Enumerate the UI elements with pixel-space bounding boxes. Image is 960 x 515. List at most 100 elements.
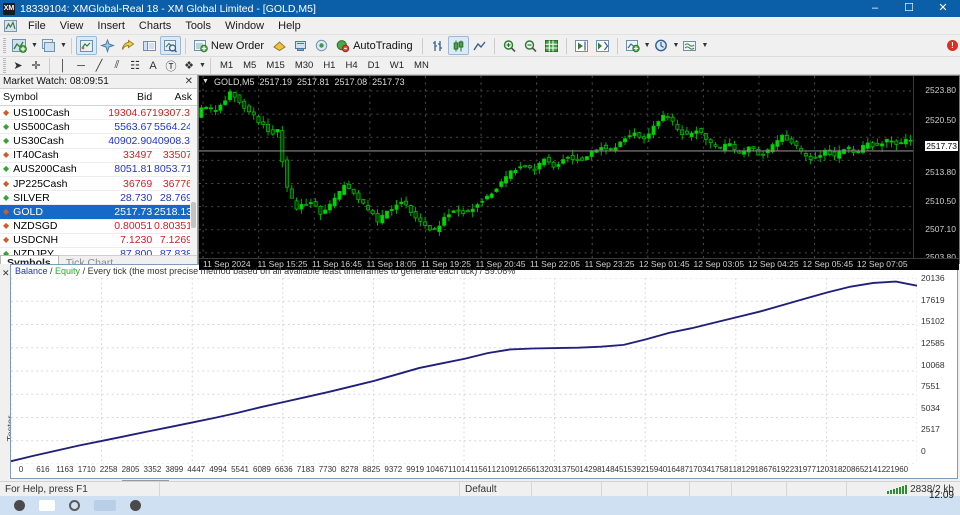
- indicators-button[interactable]: [622, 36, 643, 55]
- zoom-out-button[interactable]: [520, 36, 541, 55]
- x-tick-label: 6089: [252, 465, 271, 474]
- gold-chart-window[interactable]: ▼ GOLD,M5 2517.19 2517.81 2517.08 2517.7…: [198, 75, 960, 271]
- x-tick-label: 7183: [296, 465, 315, 474]
- menu-view[interactable]: View: [53, 18, 91, 34]
- new-chart-dropdown-icon[interactable]: ▼: [31, 42, 38, 49]
- alert-area[interactable]: !: [936, 36, 960, 55]
- taskbar-clock[interactable]: 12:09: [929, 490, 954, 501]
- column-header-bid[interactable]: Bid: [107, 91, 152, 103]
- equidistant-channel-tool-icon[interactable]: ⫽: [108, 58, 126, 73]
- timeframe-m5[interactable]: M5: [238, 58, 261, 73]
- table-row[interactable]: ◆ JP225Cash 36769 36776: [0, 177, 197, 192]
- navigator-button[interactable]: [97, 36, 118, 55]
- zoom-in-button[interactable]: [499, 36, 520, 55]
- timeframe-h4[interactable]: H4: [340, 58, 362, 73]
- menu-tools[interactable]: Tools: [178, 18, 218, 34]
- new-order-button[interactable]: New Order: [190, 36, 269, 55]
- chart-collapse-icon[interactable]: ▼: [202, 78, 209, 85]
- crosshair-tool-icon[interactable]: ✛: [27, 58, 45, 73]
- strategy-tester-panel: ✕ Tester Balance / Equity / Every tick (…: [0, 264, 960, 496]
- timeframe-h1[interactable]: H1: [318, 58, 340, 73]
- minimize-button[interactable]: –: [858, 0, 892, 17]
- chart-price-axis[interactable]: 2523.80 2520.50 2513.80 2510.50 2507.10 2503.…: [913, 76, 959, 270]
- tester-close-icon[interactable]: ✕: [2, 268, 10, 279]
- indicators-dropdown-icon[interactable]: ▼: [644, 42, 651, 49]
- maximize-button[interactable]: ☐: [892, 0, 926, 17]
- stop-expert-button[interactable]: [311, 36, 332, 55]
- menu-insert[interactable]: Insert: [90, 18, 132, 34]
- profiles-dropdown-icon[interactable]: ▼: [60, 42, 67, 49]
- menu-help[interactable]: Help: [271, 18, 308, 34]
- x-tick-label: 17581: [710, 465, 733, 474]
- column-header-ask[interactable]: Ask: [152, 91, 197, 103]
- taskbar-item-4[interactable]: [94, 500, 116, 511]
- data-window-button[interactable]: [139, 36, 160, 55]
- bar-chart-button[interactable]: [427, 36, 448, 55]
- timeframe-d1[interactable]: D1: [363, 58, 385, 73]
- trendline-tool-icon[interactable]: ╱: [90, 58, 108, 73]
- status-spacer-6: [732, 481, 787, 497]
- table-row[interactable]: ◆ GOLD 2517.73 2518.13: [0, 205, 197, 220]
- taskbar-item-3[interactable]: [69, 500, 80, 511]
- tester-graph[interactable]: Balance / Equity / Every tick (the most …: [10, 264, 958, 479]
- menu-window[interactable]: Window: [218, 18, 271, 34]
- expert-advisors-button[interactable]: [290, 36, 311, 55]
- x-tick-label: 8825: [362, 465, 381, 474]
- taskbar-item-5[interactable]: [130, 500, 141, 511]
- timeframe-m30[interactable]: M30: [290, 58, 318, 73]
- chart-shift-button[interactable]: [571, 36, 592, 55]
- graph-legend: Balance / Equity / Every tick (the most …: [15, 266, 515, 276]
- table-row[interactable]: ◆ US30Cash 40902.90 40908.30: [0, 134, 197, 149]
- templates-dropdown-icon[interactable]: ▼: [701, 42, 708, 49]
- table-row[interactable]: ◆ US500Cash 5563.67 5564.24: [0, 120, 197, 135]
- timeframe-m1[interactable]: M1: [215, 58, 238, 73]
- bid-cell: 5563.67: [114, 120, 153, 133]
- vertical-line-tool-icon[interactable]: │: [54, 58, 72, 73]
- profiles-button[interactable]: [38, 36, 59, 55]
- horizontal-line-tool-icon[interactable]: ─: [72, 58, 90, 73]
- timeframe-m15[interactable]: M15: [261, 58, 289, 73]
- fibonacci-tool-icon[interactable]: ☷: [126, 58, 144, 73]
- menu-file[interactable]: File: [21, 18, 53, 34]
- shapes-dropdown-icon[interactable]: ▼: [199, 62, 206, 69]
- periods-dropdown-icon[interactable]: ▼: [673, 42, 680, 49]
- table-row[interactable]: ◆ USDCNH 7.1230 7.1269: [0, 234, 197, 248]
- chart-plot-area[interactable]: [199, 76, 913, 258]
- table-row[interactable]: ◆ AUS200Cash 8051.81 8053.71: [0, 163, 197, 177]
- grid-toggle-button[interactable]: [541, 36, 562, 55]
- autotrading-button[interactable]: AutoTrading: [332, 36, 418, 55]
- candlestick-chart-button[interactable]: [447, 36, 469, 55]
- tools-toolbar-grip[interactable]: [3, 58, 6, 73]
- table-row[interactable]: ◆ US100Cash 19304.67 19307.37: [0, 106, 197, 121]
- table-row[interactable]: ◆ NZDSGD 0.80051 0.80351: [0, 220, 197, 234]
- taskbar-item-1[interactable]: [14, 500, 25, 511]
- alert-badge[interactable]: !: [947, 40, 958, 51]
- terminal-button[interactable]: [118, 36, 139, 55]
- text-label-tool-icon[interactable]: Ⓣ: [162, 58, 180, 73]
- menu-charts[interactable]: Charts: [132, 18, 178, 34]
- toolbar-grip[interactable]: [3, 38, 6, 53]
- market-watch-scrollbar[interactable]: [190, 106, 197, 255]
- cursor-tool-icon[interactable]: ➤: [9, 58, 27, 73]
- shapes-tool-icon[interactable]: ❖: [180, 58, 198, 73]
- strategy-tester-button[interactable]: [159, 36, 181, 55]
- market-watch-button[interactable]: [75, 36, 97, 55]
- metaeditor-button[interactable]: [269, 36, 290, 55]
- timeframe-mn[interactable]: MN: [409, 58, 434, 73]
- taskbar-item-2[interactable]: [39, 500, 55, 511]
- table-row[interactable]: ◆ SILVER 28.730 28.769: [0, 191, 197, 206]
- timeframe-w1[interactable]: W1: [385, 58, 409, 73]
- market-watch-close-icon[interactable]: ✕: [185, 76, 193, 87]
- column-header-symbol[interactable]: Symbol: [0, 91, 107, 103]
- scrollbar-thumb[interactable]: [191, 202, 196, 228]
- line-chart-button[interactable]: [469, 36, 490, 55]
- table-row[interactable]: ◆ NZDJPY 87.800 87.838: [0, 248, 197, 255]
- text-tool-icon[interactable]: A: [144, 58, 162, 73]
- title-bar: XM 18339104: XMGlobal-Real 18 - XM Globa…: [0, 0, 960, 17]
- close-button[interactable]: ✕: [926, 0, 960, 17]
- new-chart-button[interactable]: [9, 36, 30, 55]
- table-row[interactable]: ◆ IT40Cash 33497 33507: [0, 149, 197, 163]
- templates-button[interactable]: [679, 36, 700, 55]
- auto-scroll-button[interactable]: [592, 36, 613, 55]
- periods-button[interactable]: [651, 36, 672, 55]
